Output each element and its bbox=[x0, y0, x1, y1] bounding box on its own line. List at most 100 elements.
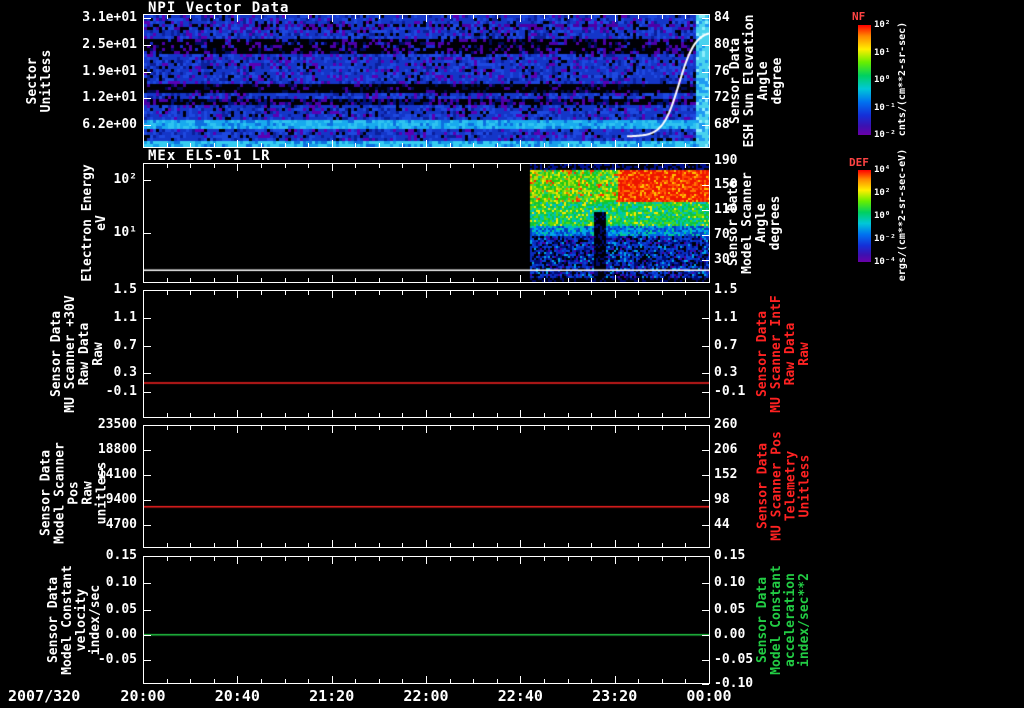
mu-scanner-30v-canvas bbox=[144, 291, 709, 417]
axis-tick bbox=[144, 475, 151, 477]
axis-tick bbox=[520, 426, 522, 433]
y-tick-label: -0.05 bbox=[714, 651, 754, 667]
axis-tick bbox=[543, 143, 545, 147]
axis-tick bbox=[213, 143, 215, 147]
y-tick-label: 10² bbox=[113, 171, 137, 187]
axis-tick bbox=[449, 557, 451, 561]
axis-tick bbox=[709, 15, 710, 22]
y-tick-label: 1.1 bbox=[714, 310, 738, 326]
axis-tick bbox=[449, 164, 451, 168]
axis-tick bbox=[144, 425, 151, 426]
axis-tick bbox=[709, 540, 710, 547]
axis-tick bbox=[614, 275, 616, 282]
axis-tick bbox=[144, 609, 151, 611]
y-tick-label: 70 bbox=[714, 227, 730, 242]
axis-tick bbox=[543, 164, 545, 168]
axis-tick bbox=[213, 679, 215, 683]
axis-tick bbox=[520, 291, 522, 298]
axis-tick bbox=[449, 15, 451, 19]
y-tick-label: 0.05 bbox=[714, 601, 746, 617]
x-axis-date-label: 2007/320 bbox=[8, 687, 81, 705]
y-tick-label: 18800 bbox=[97, 441, 137, 457]
y-tick-label: 190 bbox=[714, 152, 738, 168]
axis-tick bbox=[144, 556, 151, 557]
axis-tick bbox=[331, 275, 333, 282]
y-tick-label: 1.1 bbox=[113, 310, 137, 326]
axis-tick bbox=[496, 143, 498, 147]
axis-tick bbox=[543, 278, 545, 282]
x-tick-label: 21:20 bbox=[309, 687, 355, 705]
axis-tick bbox=[702, 449, 709, 451]
y-tick-label: 0.7 bbox=[714, 338, 738, 354]
axis-tick bbox=[144, 232, 151, 234]
axis-tick bbox=[355, 426, 357, 430]
axis-tick bbox=[496, 679, 498, 683]
y-tick-label: 0.7 bbox=[113, 338, 137, 354]
axis-tick bbox=[402, 557, 404, 561]
axis-tick bbox=[331, 426, 333, 433]
axis-tick bbox=[144, 346, 151, 348]
axis-tick bbox=[426, 557, 427, 564]
axis-tick bbox=[449, 291, 451, 295]
axis-tick bbox=[449, 426, 451, 430]
axis-tick bbox=[426, 275, 427, 282]
axis-tick bbox=[543, 543, 545, 547]
axis-tick bbox=[473, 15, 475, 19]
axis-tick bbox=[591, 426, 593, 430]
axis-tick bbox=[237, 275, 239, 282]
axis-tick bbox=[614, 140, 616, 147]
colorbar-tick-label: 10⁻² bbox=[874, 234, 896, 244]
axis-tick bbox=[190, 143, 192, 147]
axis-tick bbox=[284, 143, 286, 147]
axis-tick bbox=[355, 278, 357, 282]
axis-tick bbox=[190, 164, 192, 168]
colorbar-tick-label: 10² bbox=[874, 20, 891, 30]
axis-tick bbox=[591, 15, 593, 19]
axis-tick bbox=[661, 426, 663, 430]
axis-tick bbox=[308, 413, 310, 417]
axis-tick bbox=[308, 15, 310, 19]
axis-tick bbox=[638, 278, 640, 282]
axis-tick bbox=[496, 164, 498, 168]
axis-tick bbox=[213, 278, 215, 282]
axis-tick bbox=[702, 659, 709, 661]
axis-tick bbox=[702, 392, 709, 394]
axis-tick bbox=[702, 184, 709, 186]
axis-tick bbox=[520, 540, 522, 547]
axis-tick bbox=[543, 15, 545, 19]
y-tick-label: 150 bbox=[714, 176, 738, 192]
axis-tick bbox=[284, 426, 286, 430]
axis-tick bbox=[685, 543, 687, 547]
axis-tick bbox=[237, 426, 239, 433]
axis-tick bbox=[402, 15, 404, 19]
y-tick-label: 0.10 bbox=[714, 574, 746, 590]
colorbar-tick-label: 10⁰ bbox=[874, 75, 891, 85]
axis-tick bbox=[426, 676, 427, 683]
axis-tick bbox=[473, 164, 475, 168]
y-tick-label: 14100 bbox=[97, 467, 137, 483]
axis-tick bbox=[260, 164, 262, 168]
mu-scanner-30v-panel bbox=[143, 290, 710, 418]
axis-tick bbox=[709, 291, 710, 298]
x-tick-label: 20:40 bbox=[214, 687, 260, 705]
axis-tick bbox=[426, 164, 427, 171]
y-tick-label: 84 bbox=[714, 10, 730, 26]
axis-tick bbox=[473, 413, 475, 417]
axis-tick bbox=[355, 164, 357, 168]
axis-tick bbox=[284, 15, 286, 19]
axis-tick bbox=[449, 143, 451, 147]
axis-tick bbox=[709, 676, 710, 683]
axis-tick bbox=[144, 392, 151, 394]
axis-tick bbox=[702, 373, 709, 375]
axis-tick bbox=[143, 275, 144, 282]
axis-tick bbox=[473, 291, 475, 295]
axis-tick bbox=[166, 143, 168, 147]
axis-tick bbox=[144, 500, 151, 502]
axis-tick bbox=[378, 15, 380, 19]
axis-tick bbox=[473, 143, 475, 147]
axis-tick bbox=[308, 278, 310, 282]
axis-tick bbox=[661, 679, 663, 683]
axis-tick bbox=[702, 125, 709, 127]
y-tick-label: 23500 bbox=[97, 417, 137, 432]
axis-tick bbox=[284, 543, 286, 547]
